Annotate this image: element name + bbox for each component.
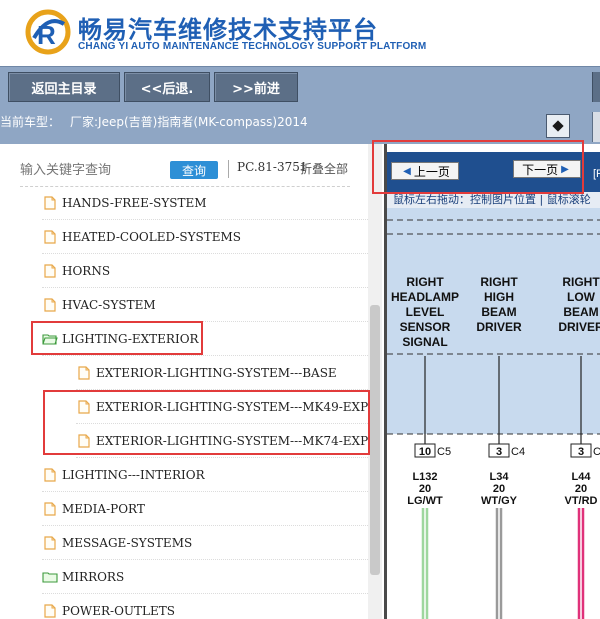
tree-item[interactable]: HANDS-FREE-SYSTEM: [42, 186, 368, 220]
connector-id: C4: [511, 446, 525, 458]
search-button[interactable]: 查询: [170, 161, 218, 179]
tree-item-label: HORNS: [62, 263, 111, 278]
pin-number: 10: [419, 446, 431, 458]
pin-function-label: RIGHT: [406, 275, 444, 289]
pin-function-label: BEAM: [563, 305, 598, 319]
svg-text:R: R: [37, 20, 56, 50]
tree-item[interactable]: MIRRORS: [42, 560, 368, 594]
nav-overflow-button[interactable]: [592, 72, 600, 102]
next-page-button[interactable]: 下一页 ▶: [513, 160, 581, 178]
tree-item-label: MIRRORS: [62, 569, 125, 584]
pin-function-label: LEVEL: [406, 305, 445, 319]
file-icon: [44, 501, 56, 516]
file-icon: [44, 297, 56, 312]
divider: [228, 160, 229, 178]
tree-item[interactable]: HVAC-SYSTEM: [42, 288, 368, 322]
wire-label: L44: [572, 471, 592, 483]
tree-item[interactable]: LIGHTING-EXTERIOR: [42, 322, 368, 356]
wire-label: 20: [419, 483, 431, 495]
tree-item[interactable]: MEDIA-PORT: [42, 492, 368, 526]
prev-page-label: 上一页: [413, 164, 450, 179]
wiring-diagram[interactable]: RIGHTHEADLAMPLEVELSENSORSIGNAL10 C5L13220…: [387, 208, 600, 619]
pin-function-label: BEAM: [481, 305, 516, 319]
tree-item-label: LIGHTING-EXTERIOR: [62, 331, 199, 346]
wire-label: LG/WT: [407, 495, 443, 507]
tree-item-label: MEDIA-PORT: [62, 501, 145, 516]
collapse-all-link[interactable]: 折叠全部: [300, 160, 348, 177]
tree-item-label: EXTERIOR-LIGHTING-SYSTEM---MK74-EXPOR: [96, 433, 368, 448]
pin-number: 3: [496, 446, 502, 458]
tree-item[interactable]: EXTERIOR-LIGHTING-SYSTEM---BASE: [76, 356, 368, 390]
tree-item[interactable]: POWER-OUTLETS: [42, 594, 368, 619]
wire-label: 20: [493, 483, 505, 495]
tree-item-label: MESSAGE-SYSTEMS: [62, 535, 193, 550]
diagram-edge-label: [R: [593, 168, 600, 180]
file-icon: [78, 399, 90, 414]
toolbar-overflow-button[interactable]: [592, 112, 600, 142]
connector-id: C4: [593, 446, 600, 458]
wire-label: L34: [490, 471, 510, 483]
tree-item-label: LIGHTING---INTERIOR: [62, 467, 205, 482]
forward-button[interactable]: >>前进: [214, 72, 298, 102]
pin-function-label: DRIVER: [476, 320, 522, 334]
pin-function-label: DRIVER: [558, 320, 600, 334]
file-icon: [44, 467, 56, 482]
document-code: PC.81-3751: [237, 160, 308, 174]
pin-function-label: RIGHT: [562, 275, 600, 289]
arrow-left-icon: ◀: [403, 165, 411, 177]
tree-item-label: EXTERIOR-LIGHTING-SYSTEM---MK49-EXPOR: [96, 399, 368, 414]
wire-label: VT/RD: [565, 495, 598, 507]
search-input[interactable]: [20, 160, 160, 180]
file-icon: [44, 603, 56, 618]
connector-id: C5: [437, 446, 451, 458]
pin-function-label: LOW: [567, 290, 596, 304]
tree-item-label: HANDS-FREE-SYSTEM: [62, 195, 207, 210]
pin-function-label: HEADLAMP: [391, 290, 459, 304]
file-icon: [44, 229, 56, 244]
tree-item[interactable]: HEATED-COOLED-SYSTEMS: [42, 220, 368, 254]
arrow-right-icon: ▶: [561, 163, 569, 175]
nav-bar: 返回主目录 <<后退. >>前进: [0, 66, 600, 106]
tree-item[interactable]: LIGHTING---INTERIOR: [42, 458, 368, 492]
wire-label: L132: [412, 471, 437, 483]
tree-item-label: EXTERIOR-LIGHTING-SYSTEM---BASE: [96, 365, 337, 380]
file-icon: [44, 195, 56, 210]
vehicle-value: 厂家:Jeep(吉普)指南者(MK-compass)2014: [70, 115, 308, 129]
diagram-panel[interactable]: ◀ 上一页 下一页 ▶ [R 鼠标左右拖动：控制图片位置 | 鼠标滚轮 RIGH…: [384, 144, 600, 619]
diamond-icon: [552, 120, 564, 132]
pin-function-label: SENSOR: [400, 320, 451, 334]
wire-label: 20: [575, 483, 587, 495]
tree-item[interactable]: EXTERIOR-LIGHTING-SYSTEM---MK49-EXPOR: [76, 390, 368, 424]
brand-title-cn: 畅易汽车维修技术支持平台: [78, 16, 378, 44]
prev-page-button[interactable]: ◀ 上一页: [391, 162, 459, 180]
file-icon: [44, 263, 56, 278]
tree-scrollbar-thumb[interactable]: [370, 305, 380, 575]
diagram-hint: 鼠标左右拖动：控制图片位置 | 鼠标滚轮: [387, 192, 600, 208]
wire-label: WT/GY: [481, 495, 518, 507]
logo-icon: R: [25, 9, 71, 55]
tree-item-label: HEATED-COOLED-SYSTEMS: [62, 229, 242, 244]
vehicle-bar: 当前车型： 厂家:Jeep(吉普)指南者(MK-compass)2014: [0, 106, 600, 144]
folder-closed-icon: [42, 571, 58, 583]
file-icon: [78, 433, 90, 448]
brand-title-en: CHANG YI AUTO MAINTENANCE TECHNOLOGY SUP…: [78, 41, 427, 52]
tree-item[interactable]: EXTERIOR-LIGHTING-SYSTEM---MK74-EXPOR: [76, 424, 368, 458]
folder-open-icon: [42, 333, 58, 345]
vehicle-label: 当前车型：: [0, 115, 61, 129]
pin-number: 3: [578, 446, 584, 458]
tree-item[interactable]: MESSAGE-SYSTEMS: [42, 526, 368, 560]
panel-toggle-button[interactable]: [546, 114, 570, 138]
pin-function-label: HIGH: [484, 290, 514, 304]
file-icon: [44, 535, 56, 550]
pin-function-label: RIGHT: [480, 275, 518, 289]
tree-item-label: HVAC-SYSTEM: [62, 297, 156, 312]
pin-function-label: SIGNAL: [402, 335, 447, 349]
tree-item[interactable]: HORNS: [42, 254, 368, 288]
app-header: R 畅易汽车维修技术支持平台 CHANG YI AUTO MAINTENANCE…: [0, 0, 600, 66]
file-icon: [78, 365, 90, 380]
next-page-label: 下一页: [522, 162, 559, 177]
back-button[interactable]: <<后退.: [124, 72, 210, 102]
home-button[interactable]: 返回主目录: [8, 72, 120, 102]
tree-item-label: POWER-OUTLETS: [62, 603, 176, 618]
